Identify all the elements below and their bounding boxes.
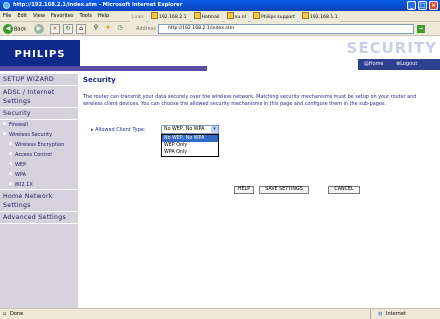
menu-favorites[interactable]: Favorites: [48, 11, 77, 22]
client-type-options: No WEP, No WPA WEP Only WPA Only: [161, 134, 219, 157]
sidebar-item-setup-wizard[interactable]: SETUP WIZARD: [0, 74, 78, 86]
sidebar-item-wireless-encryption[interactable]: Wireless Encryption: [0, 140, 78, 150]
refresh-icon: ↻: [65, 25, 71, 32]
stop-button[interactable]: ×: [50, 24, 60, 34]
search-button[interactable]: ⚲: [91, 24, 101, 34]
favorites-button[interactable]: ★: [103, 24, 113, 34]
bullet-icon: [9, 142, 12, 145]
search-icon: ⚲: [93, 24, 99, 31]
header-banner: PHILIPS SECURITY ▤ Home ⊗ Logout: [0, 36, 440, 74]
sidebar-item-access-control[interactable]: Access Control: [0, 150, 78, 160]
sidebar: SETUP WIZARD ADSL / Internet Settings Se…: [0, 74, 78, 308]
sidebar-item-wep[interactable]: WEP: [0, 160, 78, 170]
sidebar-item-security[interactable]: Security: [0, 108, 78, 120]
page-description: The router can transmit your data secure…: [83, 94, 417, 107]
link-nunl[interactable]: nu.nl: [224, 12, 248, 22]
option-wep-only[interactable]: WEP Only: [162, 142, 218, 149]
bullet-icon: [3, 132, 6, 135]
logout-link[interactable]: ⊗ Logout: [396, 59, 417, 70]
status-bar: ▫ Done ◍ Internet: [0, 308, 440, 319]
window-titlebar: http://192.168.2.1/index.stm - Microsoft…: [0, 0, 440, 11]
header-divider: [0, 66, 207, 71]
link-hotmail[interactable]: Hotmail: [191, 12, 222, 22]
links-bar: Links 192.168.2.1 Hotmail nu.nl Philips supp…: [130, 12, 430, 22]
menu-tools[interactable]: Tools: [77, 11, 95, 22]
bullet-icon: [9, 152, 12, 155]
save-settings-button[interactable]: SAVE SETTINGS: [259, 186, 309, 194]
status-text: Done: [10, 311, 24, 317]
section-heading: SECURITY: [346, 39, 437, 57]
bullet-icon: [3, 122, 6, 125]
page-icon: ▫: [3, 311, 7, 317]
menu-help[interactable]: Help: [95, 11, 112, 22]
option-no-wep-no-wpa[interactable]: No WEP, No WPA: [162, 135, 218, 142]
history-button[interactable]: ◷: [115, 24, 125, 34]
cancel-button[interactable]: CANCEL: [328, 186, 360, 194]
header-nav: ▤ Home ⊗ Logout: [358, 59, 440, 70]
menu-file[interactable]: File: [0, 11, 14, 22]
links-label: Links: [130, 13, 146, 22]
ie-logo-icon: [3, 2, 10, 9]
globe-icon: ◍: [378, 311, 383, 317]
page-content: PHILIPS SECURITY ▤ Home ⊗ Logout SETUP W…: [0, 36, 440, 308]
forward-button[interactable]: ▶: [34, 24, 45, 34]
main-panel: Security The router can transmit your da…: [79, 74, 440, 308]
sidebar-item-8021x[interactable]: 802.1X: [0, 180, 78, 190]
bullet-icon: [9, 172, 12, 175]
back-arrow-icon: ◀: [3, 24, 13, 34]
bullet-icon: [9, 182, 12, 185]
refresh-button[interactable]: ↻: [63, 24, 73, 34]
link-router-2[interactable]: 192.168.1.1: [299, 12, 340, 22]
go-arrow-icon: →: [417, 25, 425, 33]
option-wpa-only[interactable]: WPA Only: [162, 149, 218, 156]
link-router[interactable]: 192.168.2.1: [148, 12, 189, 22]
chevron-down-icon: ▾: [211, 126, 218, 133]
client-type-label: ▸ Allowed Client Type:: [91, 127, 146, 133]
back-button[interactable]: ◀ Back: [3, 24, 26, 34]
close-button[interactable]: ×: [429, 1, 438, 10]
home-link[interactable]: ▤ Home: [364, 59, 384, 70]
history-icon: ◷: [117, 24, 123, 31]
help-button[interactable]: HELP: [234, 186, 254, 194]
star-icon: ★: [105, 24, 111, 31]
menu-edit[interactable]: Edit: [14, 11, 30, 22]
zone-text: Internet: [386, 311, 406, 317]
address-label: Address: [136, 26, 156, 32]
sidebar-item-wireless-security[interactable]: Wireless Security: [0, 130, 78, 140]
browser-toolbar: ◀ Back ▶ × ↻ ⌂ ⚲ ★ ◷ Address http://192.1…: [0, 22, 440, 42]
sidebar-item-advanced[interactable]: Advanced Settings: [0, 212, 78, 224]
sidebar-item-firewall[interactable]: Firewall: [0, 120, 78, 130]
menu-view[interactable]: View: [30, 11, 48, 22]
address-input[interactable]: http://192.168.2.1/index.stm: [158, 24, 414, 34]
home-icon: ⌂: [79, 25, 83, 32]
bullet-icon: [9, 162, 12, 165]
sidebar-item-wpa[interactable]: WPA: [0, 170, 78, 180]
client-type-select[interactable]: No WEP, No WPA ▾: [161, 125, 219, 134]
page-title: Security: [83, 76, 116, 84]
go-button[interactable]: →Go: [417, 24, 432, 42]
sidebar-item-home-network[interactable]: Home Network Settings: [0, 190, 78, 212]
link-philips-support[interactable]: Philips support: [250, 12, 297, 22]
minimize-button[interactable]: _: [407, 1, 416, 10]
sidebar-item-adsl[interactable]: ADSL / Internet Settings: [0, 86, 78, 108]
address-bar: Address http://192.168.2.1/index.stm →Go: [136, 24, 432, 42]
maximize-button[interactable]: □: [418, 1, 427, 10]
home-button[interactable]: ⌂: [76, 24, 86, 34]
forward-arrow-icon: ▶: [34, 24, 44, 34]
stop-icon: ×: [52, 25, 58, 32]
window-title: http://192.168.2.1/index.stm - Microsoft…: [13, 2, 183, 8]
